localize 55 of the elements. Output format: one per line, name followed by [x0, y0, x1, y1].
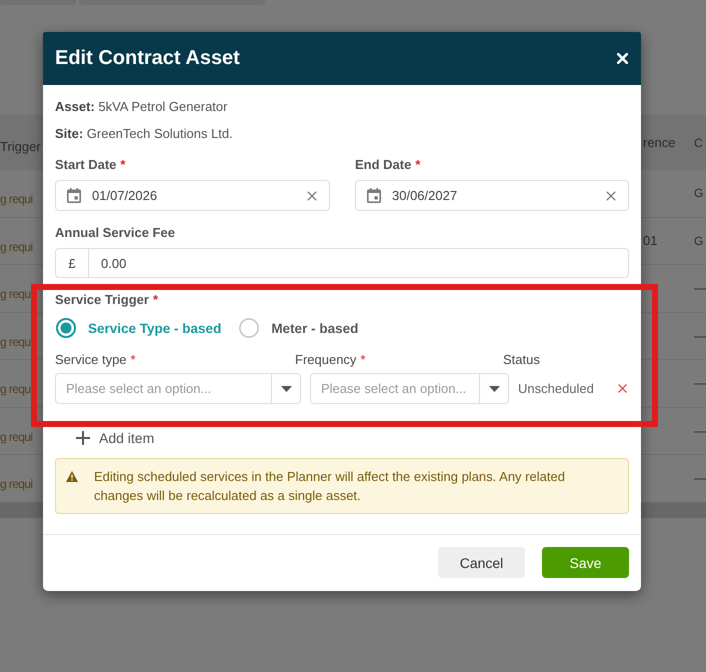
- table-cell: g requi: [0, 240, 32, 254]
- table-cell: g requ: [0, 382, 30, 396]
- table-cell: g requi: [0, 477, 32, 492]
- table-cell: 01: [643, 233, 658, 248]
- plus-icon: [76, 431, 90, 445]
- add-item-button[interactable]: Add item: [76, 426, 154, 450]
- table-cell: G: [694, 186, 704, 200]
- calendar-icon: [67, 188, 81, 203]
- radio-icon[interactable]: [239, 318, 260, 338]
- detail-text: Asset: 5kVA Petrol Generator: [55, 98, 228, 116]
- column-label: Service type: [55, 351, 127, 369]
- clear-icon[interactable]: [307, 190, 317, 200]
- calendar-icon: [367, 188, 381, 203]
- table-cell: —: [694, 376, 706, 390]
- field-label: Service Trigger: [55, 291, 149, 309]
- column-header: Trigger: [0, 138, 41, 154]
- column-header: C: [694, 136, 703, 150]
- field-label: End Date: [355, 156, 412, 174]
- warning-text: Editing scheduled services in the Planner will affect the existing plans. Any related changes will be recalculated as a single asset.: [94, 468, 566, 505]
- radio-icon[interactable]: [56, 318, 76, 338]
- table-cell: g requ: [0, 287, 30, 302]
- currency-field[interactable]: £ 0.00: [55, 248, 629, 278]
- column-header: rence: [643, 135, 676, 150]
- caret-icon: [280, 386, 292, 392]
- required-mark: *: [415, 156, 420, 174]
- clear-icon[interactable]: [606, 190, 616, 200]
- table-cell: g requ: [0, 334, 30, 349]
- dialog-title: Edit Contract Asset: [55, 47, 240, 70]
- date-field[interactable]: 30/06/2027: [355, 180, 629, 211]
- close-icon[interactable]: [617, 53, 628, 64]
- detail-text: Site: GreenTech Solutions Ltd.: [55, 125, 234, 143]
- required-mark: *: [120, 156, 126, 174]
- table-cell: g requi: [0, 192, 32, 206]
- column-label: Frequency: [295, 351, 356, 369]
- save-button[interactable]: Save: [542, 547, 629, 578]
- table-cell: G: [694, 234, 704, 248]
- required-mark: *: [130, 351, 136, 369]
- table-cell: g requi: [0, 430, 32, 444]
- status-text: Unscheduled: [518, 381, 594, 396]
- cancel-button[interactable]: Cancel: [438, 547, 525, 578]
- currency-addon: £: [56, 249, 89, 277]
- field-label: Annual Service Fee: [55, 224, 175, 242]
- table-cell: —: [694, 281, 706, 296]
- column-label: Status: [503, 351, 540, 369]
- required-mark: *: [152, 291, 158, 309]
- required-mark: *: [360, 351, 366, 369]
- warning-icon: [66, 471, 78, 482]
- caret-icon: [488, 386, 500, 392]
- table-cell: —: [694, 424, 706, 438]
- table-cell: —: [694, 471, 706, 486]
- date-field[interactable]: 01/07/2026: [55, 180, 330, 211]
- table-cell: —: [694, 328, 706, 343]
- field-label: Start Date: [55, 156, 116, 174]
- remove-icon[interactable]: [618, 384, 627, 393]
- radio-option[interactable]: Meter - based: [239, 318, 358, 338]
